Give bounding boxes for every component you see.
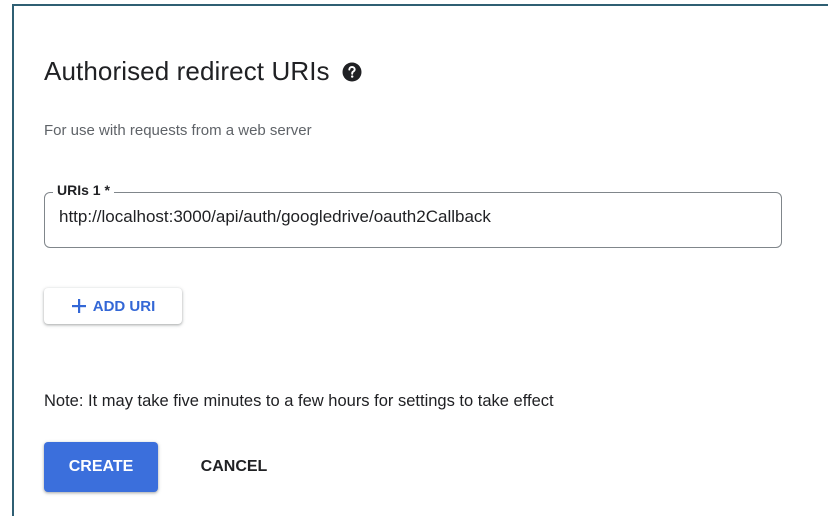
section-subtitle: For use with requests from a web server (44, 122, 312, 139)
section-title: Authorised redirect URIs (44, 56, 330, 86)
question-circle-icon (342, 62, 362, 81)
help-icon[interactable] (342, 62, 362, 82)
cancel-button[interactable]: CANCEL (182, 442, 286, 492)
uri-field-label: URIs 1 * (53, 182, 114, 198)
add-uri-button[interactable]: ADD URI (44, 288, 182, 324)
create-button[interactable]: CREATE (44, 442, 158, 492)
uri-field[interactable]: URIs 1 * (44, 182, 782, 248)
uri-input[interactable] (59, 207, 759, 227)
section-header: Authorised redirect URIs (44, 56, 362, 87)
add-uri-label: ADD URI (92, 297, 156, 315)
plus-icon (71, 299, 86, 313)
redirect-uris-panel: Authorised redirect URIs For use with re… (12, 4, 828, 516)
settings-note: Note: It may take five minutes to a few … (44, 392, 554, 410)
